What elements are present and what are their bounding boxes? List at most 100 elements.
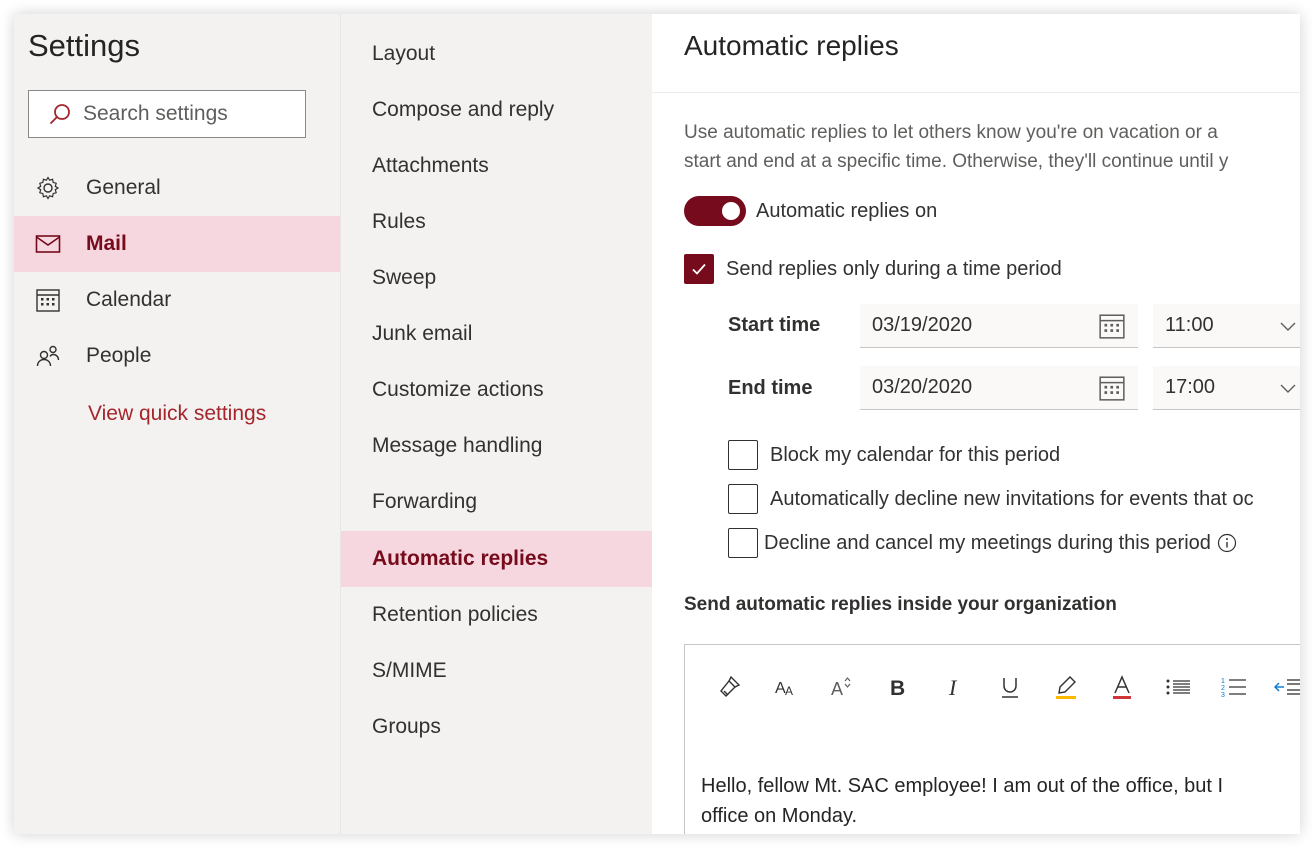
svg-text:3: 3 [1221, 692, 1225, 699]
nav-label-mail: Mail [86, 232, 127, 255]
decline-invitations-row: Automatically decline new invitations fo… [728, 484, 1254, 514]
message-line: office on Monday. [701, 805, 858, 827]
menu-item-sweep[interactable]: Sweep [341, 250, 653, 306]
menu-item-forwarding[interactable]: Forwarding [341, 474, 653, 530]
cancel-meetings-label: Decline and cancel my meetings during th… [764, 531, 1211, 554]
start-time-value: 11:00 [1165, 314, 1214, 336]
people-icon [34, 342, 62, 370]
end-date-value: 03/20/2020 [872, 376, 973, 398]
block-calendar-row: Block my calendar for this period [728, 440, 1060, 470]
message-body[interactable]: Hello, fellow Mt. SAC employee! I am out… [701, 771, 1223, 831]
menu-item-label: Groups [372, 715, 441, 738]
menu-item-label: S/MIME [372, 659, 447, 682]
menu-item-label: Rules [372, 210, 426, 233]
nav-item-people[interactable]: People [14, 328, 340, 384]
menu-item-customize-actions[interactable]: Customize actions [341, 362, 653, 418]
menu-item-junk-email[interactable]: Junk email [341, 306, 653, 362]
nav-item-general[interactable]: General [14, 160, 340, 216]
grow-font-icon[interactable]: A [825, 667, 859, 707]
svg-text:A: A [785, 684, 793, 698]
calendar-icon [34, 286, 62, 314]
block-calendar-checkbox[interactable] [728, 440, 758, 470]
svg-text:A: A [831, 679, 843, 699]
mail-settings-menu: Layout Compose and reply Attachments Rul… [340, 14, 653, 834]
menu-item-label: Sweep [372, 266, 437, 289]
chevron-down-icon [1280, 384, 1296, 393]
end-time-label: End time [728, 377, 813, 399]
start-date-picker[interactable]: 03/19/2020 [860, 304, 1138, 348]
menu-item-smime[interactable]: S/MIME [341, 643, 653, 699]
nav-item-mail[interactable]: Mail [14, 216, 340, 272]
menu-item-compose-and-reply[interactable]: Compose and reply [341, 82, 653, 138]
menu-item-label: Layout [372, 42, 436, 65]
menu-item-attachments[interactable]: Attachments [341, 138, 653, 194]
description-line: start and end at a specific time. Otherw… [684, 151, 1229, 172]
time-period-label: Send replies only during a time period [726, 257, 1062, 280]
page-title: Automatic replies [684, 30, 899, 61]
cancel-meetings-checkbox[interactable] [728, 528, 758, 558]
menu-item-label: Customize actions [372, 378, 544, 401]
bullets-icon[interactable] [1161, 667, 1195, 707]
automatic-replies-panel: Automatic replies Use automatic replies … [652, 14, 1300, 834]
settings-window: Settings General Mail Calendar [14, 14, 1300, 834]
menu-item-label: Message handling [372, 434, 543, 457]
block-calendar-label: Block my calendar for this period [770, 443, 1061, 466]
chevron-down-icon [1280, 322, 1296, 331]
italic-icon[interactable]: I [937, 667, 971, 707]
menu-item-label: Retention policies [372, 603, 538, 626]
info-icon[interactable] [1217, 533, 1237, 553]
nav-label-people: People [86, 344, 152, 367]
nav-item-calendar[interactable]: Calendar [14, 272, 340, 328]
mail-icon [34, 230, 62, 258]
menu-item-label: Automatic replies [372, 547, 549, 570]
end-time-value: 17:00 [1165, 376, 1216, 398]
menu-item-retention-policies[interactable]: Retention policies [341, 587, 653, 643]
message-line: Hello, fellow Mt. SAC employee! I am out… [701, 775, 1224, 797]
search-box[interactable] [28, 90, 306, 138]
menu-item-label: Attachments [372, 154, 489, 177]
calendar-icon [1099, 375, 1125, 401]
search-icon [47, 101, 73, 127]
toggle-label: Automatic replies on [756, 199, 938, 222]
message-editor[interactable]: AA A B I 1 2 3 Hello, fellow Mt. SAC emp… [684, 644, 1300, 834]
svg-text:2: 2 [1221, 685, 1225, 692]
menu-item-rules[interactable]: Rules [341, 194, 653, 250]
svg-text:B: B [890, 677, 905, 700]
menu-item-message-handling[interactable]: Message handling [341, 418, 653, 474]
highlight-icon[interactable] [1049, 667, 1083, 707]
time-period-row: Send replies only during a time period [684, 254, 1062, 284]
start-time-dropdown[interactable]: 11:00 [1153, 304, 1300, 348]
menu-item-automatic-replies[interactable]: Automatic replies [341, 531, 653, 587]
numbering-icon[interactable]: 123 [1217, 667, 1251, 707]
calendar-icon [1099, 313, 1125, 339]
search-input[interactable] [81, 101, 285, 127]
menu-item-groups[interactable]: Groups [341, 699, 653, 755]
menu-item-label: Junk email [372, 322, 473, 345]
end-date-picker[interactable]: 03/20/2020 [860, 366, 1138, 410]
menu-item-label: Forwarding [372, 490, 478, 513]
underline-icon[interactable] [993, 667, 1027, 707]
decline-invitations-checkbox[interactable] [728, 484, 758, 514]
nav-label-calendar: Calendar [86, 288, 172, 311]
view-quick-settings-link[interactable]: View quick settings [88, 402, 266, 426]
svg-text:I: I [948, 675, 958, 700]
time-period-checkbox[interactable] [684, 254, 714, 284]
bold-icon[interactable]: B [881, 667, 915, 707]
automatic-replies-toggle[interactable] [684, 196, 746, 226]
decrease-indent-icon[interactable] [1269, 667, 1300, 707]
checkmark-icon [692, 263, 706, 275]
cancel-meetings-row: Decline and cancel my meetings during th… [728, 528, 1237, 558]
menu-item-layout[interactable]: Layout [341, 26, 653, 82]
description-line: Use automatic replies to let others know… [684, 122, 1218, 143]
font-size-icon[interactable]: AA [769, 667, 803, 707]
format-painter-icon[interactable] [713, 667, 747, 707]
end-time-dropdown[interactable]: 17:00 [1153, 366, 1300, 410]
description: Use automatic replies to let others know… [684, 118, 1300, 176]
settings-sidebar: Settings General Mail Calendar [14, 14, 340, 834]
automatic-replies-toggle-row: Automatic replies on [684, 196, 937, 226]
start-date-value: 03/19/2020 [872, 314, 973, 336]
toggle-knob [722, 202, 740, 220]
font-color-icon[interactable] [1105, 667, 1139, 707]
decline-invitations-label: Automatically decline new invitations fo… [770, 487, 1254, 510]
start-time-label: Start time [728, 314, 821, 336]
